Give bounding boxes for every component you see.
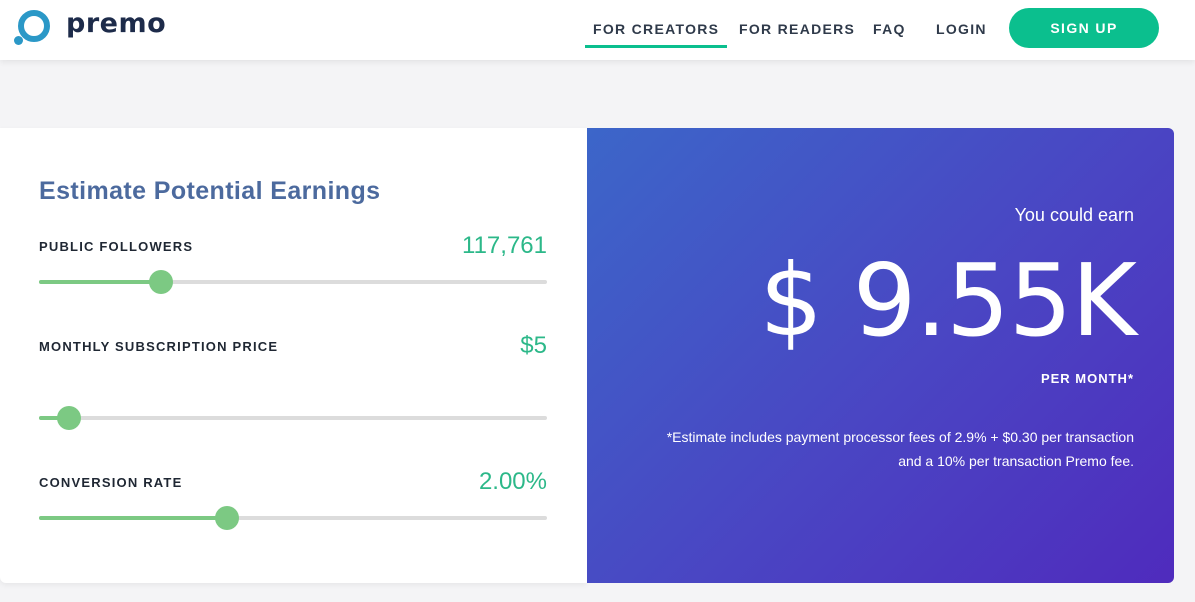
sign-up-button[interactable]: SIGN UP bbox=[1009, 8, 1159, 48]
subscription-price-value: $5 bbox=[520, 332, 547, 359]
nav-faq[interactable]: FAQ bbox=[873, 21, 906, 37]
conversion-rate-slider-fill bbox=[39, 516, 227, 520]
subscription-price-slider[interactable] bbox=[39, 406, 547, 430]
fee-disclaimer: *Estimate includes payment processor fee… bbox=[614, 425, 1134, 473]
nav-login[interactable]: LOGIN bbox=[936, 21, 987, 37]
followers-slider-fill bbox=[39, 280, 161, 284]
logo-dot bbox=[14, 36, 23, 45]
subscription-price-label: MONTHLY SUBSCRIPTION PRICE bbox=[39, 339, 279, 354]
earnings-result-panel: You could earn $ 9.55K PER MONTH* *Estim… bbox=[587, 128, 1174, 583]
logo-ring bbox=[18, 10, 50, 42]
earn-amount: $ 9.55K bbox=[759, 242, 1137, 359]
per-month-label: PER MONTH* bbox=[1040, 371, 1134, 386]
followers-label: PUBLIC FOLLOWERS bbox=[39, 239, 194, 254]
brand-name[interactable]: premo bbox=[66, 8, 166, 39]
nav-for-readers[interactable]: FOR READERS bbox=[739, 21, 855, 37]
earnings-calculator: Estimate Potential Earnings PUBLIC FOLLO… bbox=[0, 128, 587, 583]
conversion-rate-label: CONVERSION RATE bbox=[39, 475, 183, 490]
calculator-title: Estimate Potential Earnings bbox=[39, 177, 381, 205]
conversion-rate-slider[interactable] bbox=[39, 506, 547, 530]
subscription-price-slider-thumb[interactable] bbox=[57, 406, 82, 430]
top-navbar: premo FOR CREATORS FOR READERS FAQ LOGIN… bbox=[0, 0, 1195, 60]
followers-slider[interactable] bbox=[39, 270, 547, 294]
conversion-rate-value: 2.00% bbox=[478, 468, 547, 495]
conversion-rate-slider-thumb[interactable] bbox=[214, 506, 239, 530]
premo-logo-icon[interactable] bbox=[14, 9, 54, 47]
disclaimer-line-1: *Estimate includes payment processor fee… bbox=[666, 429, 1134, 445]
followers-slider-thumb[interactable] bbox=[148, 270, 173, 294]
nav-for-creators[interactable]: FOR CREATORS bbox=[584, 21, 728, 48]
earn-label: You could earn bbox=[1014, 205, 1134, 225]
disclaimer-line-2: and a 10% per transaction Premo fee. bbox=[898, 453, 1134, 469]
followers-value: 117,761 bbox=[462, 232, 547, 259]
